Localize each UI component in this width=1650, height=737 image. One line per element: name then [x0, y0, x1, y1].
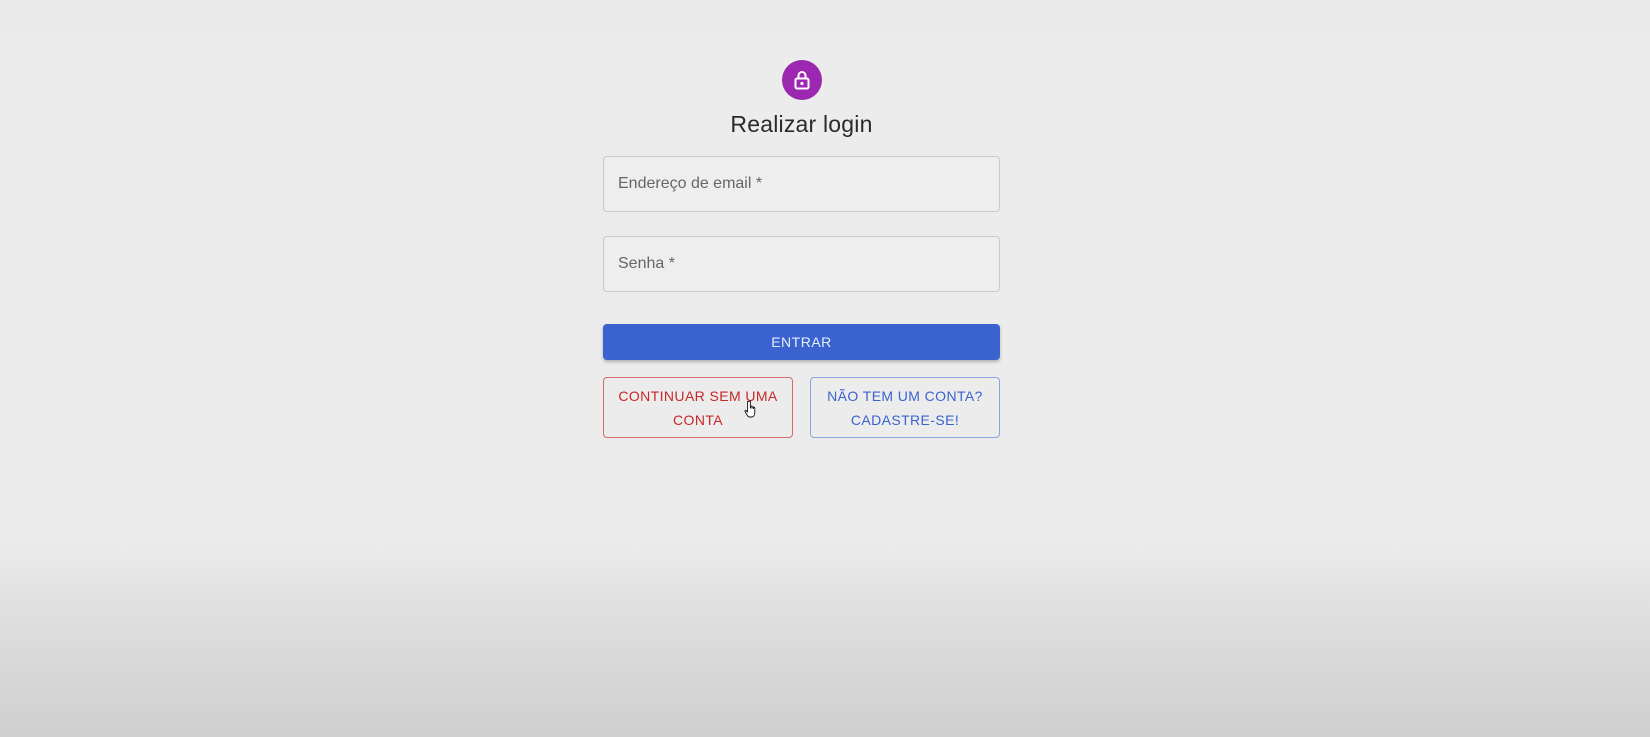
lock-avatar	[781, 60, 822, 100]
secondary-actions: CONTINUAR SEM UMA CONTA NÃO TEM UM CONTA…	[603, 377, 1000, 438]
email-field[interactable]: Endereço de email *	[603, 156, 1000, 212]
login-form: Realizar login Endereço de email * Senha…	[603, 60, 1000, 438]
hand-pointer-icon	[744, 400, 756, 418]
continue-without-account-button[interactable]: CONTINUAR SEM UMA CONTA	[603, 377, 793, 438]
password-field[interactable]: Senha *	[603, 236, 1000, 292]
page-title: Realizar login	[730, 111, 873, 137]
login-button-label: ENTRAR	[771, 334, 832, 350]
register-button[interactable]: NÃO TEM UM CONTA? CADASTRE-SE!	[810, 377, 1000, 438]
register-button-label: NÃO TEM UM CONTA? CADASTRE-SE!	[827, 387, 983, 428]
password-field-label: Senha *	[618, 255, 675, 272]
login-button[interactable]: ENTRAR	[603, 324, 1000, 360]
email-field-label: Endereço de email *	[618, 175, 763, 192]
lock-icon	[794, 71, 809, 90]
